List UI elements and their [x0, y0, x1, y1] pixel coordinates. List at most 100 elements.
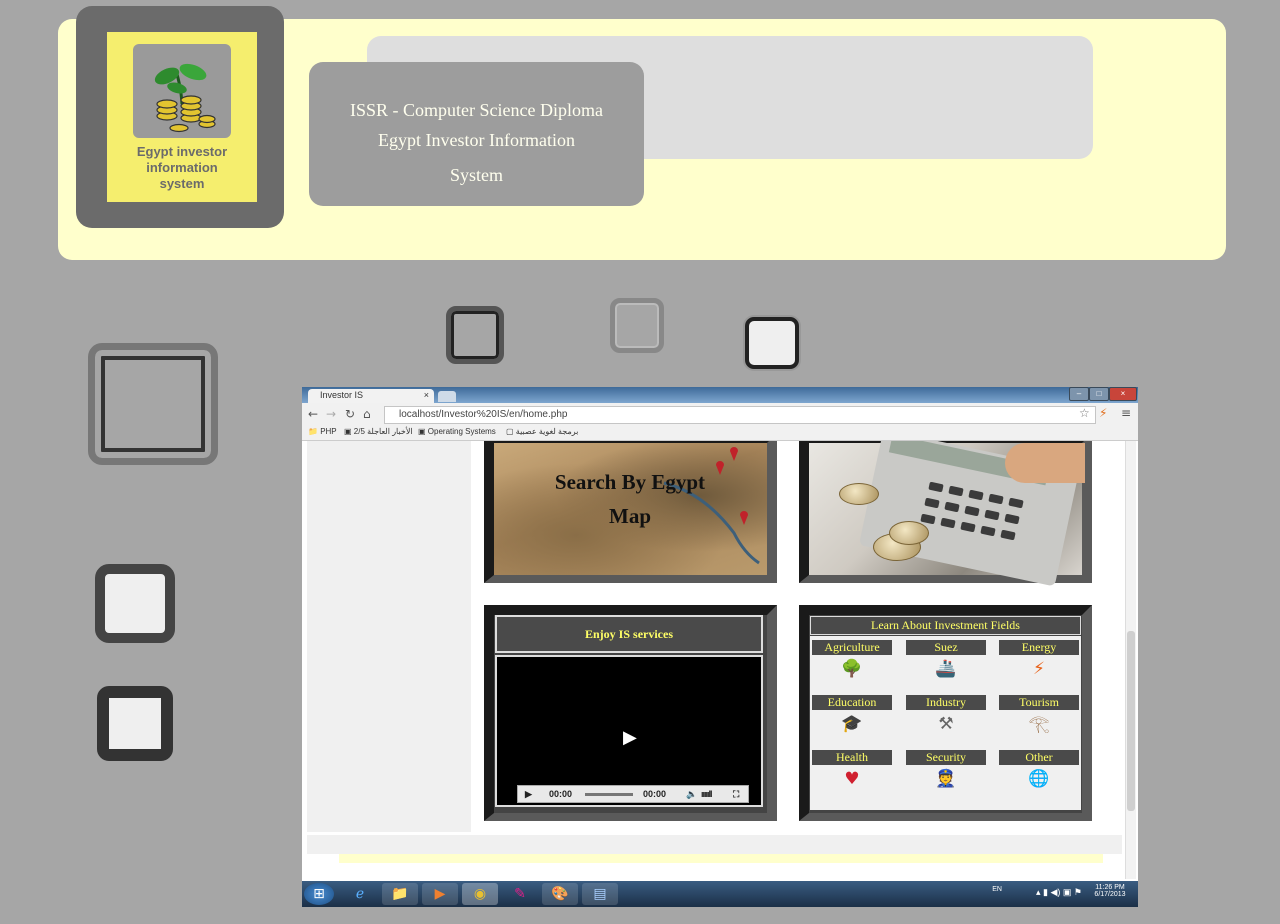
browser-toolbar: ← → ↻ ⌂ localhost/Investor%20IS/en/home.…	[302, 403, 1138, 425]
field-energy[interactable]: Energy ⚡	[999, 636, 1079, 686]
field-tourism[interactable]: Tourism 𓂀	[999, 691, 1079, 741]
forward-icon[interactable]: →	[326, 407, 336, 421]
field-label: Tourism	[999, 695, 1079, 710]
field-industry[interactable]: Industry ⚒	[906, 691, 986, 741]
bookmark-star-icon[interactable]: ☆	[1079, 406, 1090, 420]
address-url: localhost/Investor%20IS/en/home.php	[399, 409, 568, 420]
field-label: Security	[906, 750, 986, 765]
field-label: Energy	[999, 640, 1079, 655]
nav-square-button[interactable]	[745, 317, 799, 369]
field-security[interactable]: Security 👮	[906, 746, 986, 796]
ship-icon: 🚢	[935, 659, 957, 679]
fullscreen-icon[interactable]: ⛶	[733, 789, 739, 800]
clock[interactable]: 11:26 PM 6/17/2013	[1088, 884, 1132, 898]
site-banner: ISSR - Computer Science Diploma Egypt In…	[309, 62, 644, 206]
browser-screenshot: Investor IS × – □ × ← → ↻ ⌂ localhost/In…	[302, 387, 1138, 907]
map-title-line: Search By Egypt	[554, 470, 706, 494]
browser-viewport: Search By Egypt Map Enjoy IS services ▶ …	[307, 441, 1122, 879]
nav-square-button[interactable]	[88, 343, 218, 465]
bookmark-item[interactable]: ▣ الأخبار العاجلة 2/5	[344, 427, 413, 436]
extension-icon[interactable]: ⚡	[1099, 406, 1107, 420]
browser-tab-bar: Investor IS × – □ ×	[302, 387, 1138, 403]
video-player[interactable]: ▶ ▶ 00:00 00:00 🔈 ıııııll ⛶	[495, 655, 763, 807]
field-label: Industry	[906, 695, 986, 710]
scrollbar-thumb[interactable]	[1127, 631, 1135, 811]
home-icon[interactable]: ⌂	[363, 407, 371, 421]
nav-square-button[interactable]	[610, 298, 664, 353]
play-button[interactable]: ▶	[525, 789, 532, 800]
field-other[interactable]: Other 🌐	[999, 746, 1079, 796]
field-education[interactable]: Education 🎓	[812, 691, 892, 741]
tools-icon: ⚒	[938, 714, 954, 734]
bookmarks-bar: 📁 PHP ▣ الأخبار العاجلة 2/5 ▣ Operating …	[302, 425, 1138, 441]
tab-title: Investor IS	[320, 390, 364, 400]
field-agriculture[interactable]: Agriculture 🌳	[812, 636, 892, 686]
bookmark-item[interactable]: ▣ Operating Systems	[418, 427, 496, 436]
field-label: Suez	[906, 640, 986, 655]
seek-bar[interactable]	[585, 793, 633, 796]
field-label: Education	[812, 695, 892, 710]
investment-fields-panel: Learn About Investment Fields Agricultur…	[799, 605, 1092, 821]
windows-taskbar: ⊞ ℯ 📁 ▶ ◉ ✎ 🎨 ▤ EN ▴ ▮ ◀) ▣ ⚑ 11:26 PM 6…	[302, 881, 1138, 907]
page-footer-bar	[339, 854, 1103, 863]
map-title-line: Map	[609, 504, 651, 528]
fields-title: Learn About Investment Fields	[810, 616, 1081, 635]
back-icon[interactable]: ←	[308, 407, 318, 421]
logo-caption: Egypt investor information system	[107, 144, 257, 192]
logo-caption-line: system	[159, 176, 205, 191]
field-label: Other	[999, 750, 1079, 765]
media-player-icon[interactable]: ▶	[422, 883, 458, 905]
address-bar[interactable]: localhost/Investor%20IS/en/home.php	[384, 406, 1096, 424]
video-controls: ▶ 00:00 00:00 🔈 ıııııll ⛶	[517, 785, 749, 803]
internet-explorer-icon[interactable]: ℯ	[342, 883, 378, 905]
tab-close-icon[interactable]: ×	[424, 390, 429, 400]
close-window-icon[interactable]: ×	[1109, 387, 1137, 401]
banner-line-system: System	[449, 165, 503, 185]
video-title: Enjoy IS services	[495, 615, 763, 653]
volume-icon[interactable]: 🔈	[686, 789, 697, 800]
heart-icon: ♥	[844, 769, 860, 789]
vertical-scrollbar[interactable]	[1125, 441, 1136, 879]
notes-icon[interactable]: ▤	[582, 883, 618, 905]
field-health[interactable]: Health ♥	[812, 746, 892, 796]
maximize-icon[interactable]: □	[1089, 387, 1109, 401]
reload-icon[interactable]: ↻	[345, 407, 355, 421]
nav-square-button[interactable]	[97, 686, 173, 761]
plant-coins-icon	[133, 44, 231, 138]
chrome-icon[interactable]: ◉	[462, 883, 498, 905]
video-panel: Enjoy IS services ▶ ▶ 00:00 00:00 🔈 ıııı…	[484, 605, 777, 821]
lightning-icon: ⚡	[1033, 659, 1045, 679]
calculator-image	[809, 441, 1085, 587]
page-footer-strip	[307, 835, 1122, 854]
editor-icon[interactable]: ✎	[502, 883, 538, 905]
folder-icon[interactable]: 📁	[382, 883, 418, 905]
graduation-cap-icon: 🎓	[841, 714, 863, 734]
field-suez[interactable]: Suez 🚢	[906, 636, 986, 686]
field-label: Health	[812, 750, 892, 765]
nav-square-button[interactable]	[95, 564, 175, 643]
menu-icon[interactable]: ≡	[1121, 406, 1131, 420]
play-icon[interactable]: ▶	[623, 727, 637, 748]
banner-line-diploma: ISSR - Computer Science Diploma	[350, 100, 603, 120]
logo-caption-line: information	[146, 160, 218, 175]
nav-square-button[interactable]	[446, 306, 504, 364]
map-search-panel[interactable]: Search By Egypt Map	[484, 441, 777, 583]
start-button[interactable]: ⊞	[304, 883, 334, 905]
browser-tab[interactable]: Investor IS ×	[308, 389, 434, 403]
clock-date: 6/17/2013	[1094, 891, 1126, 898]
bookmark-item[interactable]: ▢ برمجة لغوية عصبية	[506, 427, 578, 436]
globe-icon: 🌐	[1028, 769, 1050, 789]
field-label: Agriculture	[812, 640, 892, 655]
new-tab-button[interactable]	[438, 391, 456, 402]
minimize-icon[interactable]: –	[1069, 387, 1089, 401]
language-indicator[interactable]: EN	[992, 886, 1002, 893]
finance-image-panel[interactable]	[799, 441, 1092, 587]
time-current: 00:00	[549, 789, 573, 799]
tray-icons[interactable]: ▴ ▮ ◀) ▣ ⚑	[1036, 887, 1082, 898]
time-total: 00:00	[643, 789, 667, 799]
bookmark-item[interactable]: 📁 PHP	[308, 427, 337, 436]
fields-grid: Agriculture 🌳 Suez 🚢 Energy ⚡ Education …	[810, 636, 1081, 810]
logo[interactable]: EIIS Egypt investor information system	[107, 32, 257, 202]
volume-slider[interactable]: ıııııll	[701, 789, 712, 799]
paint-icon[interactable]: 🎨	[542, 883, 578, 905]
